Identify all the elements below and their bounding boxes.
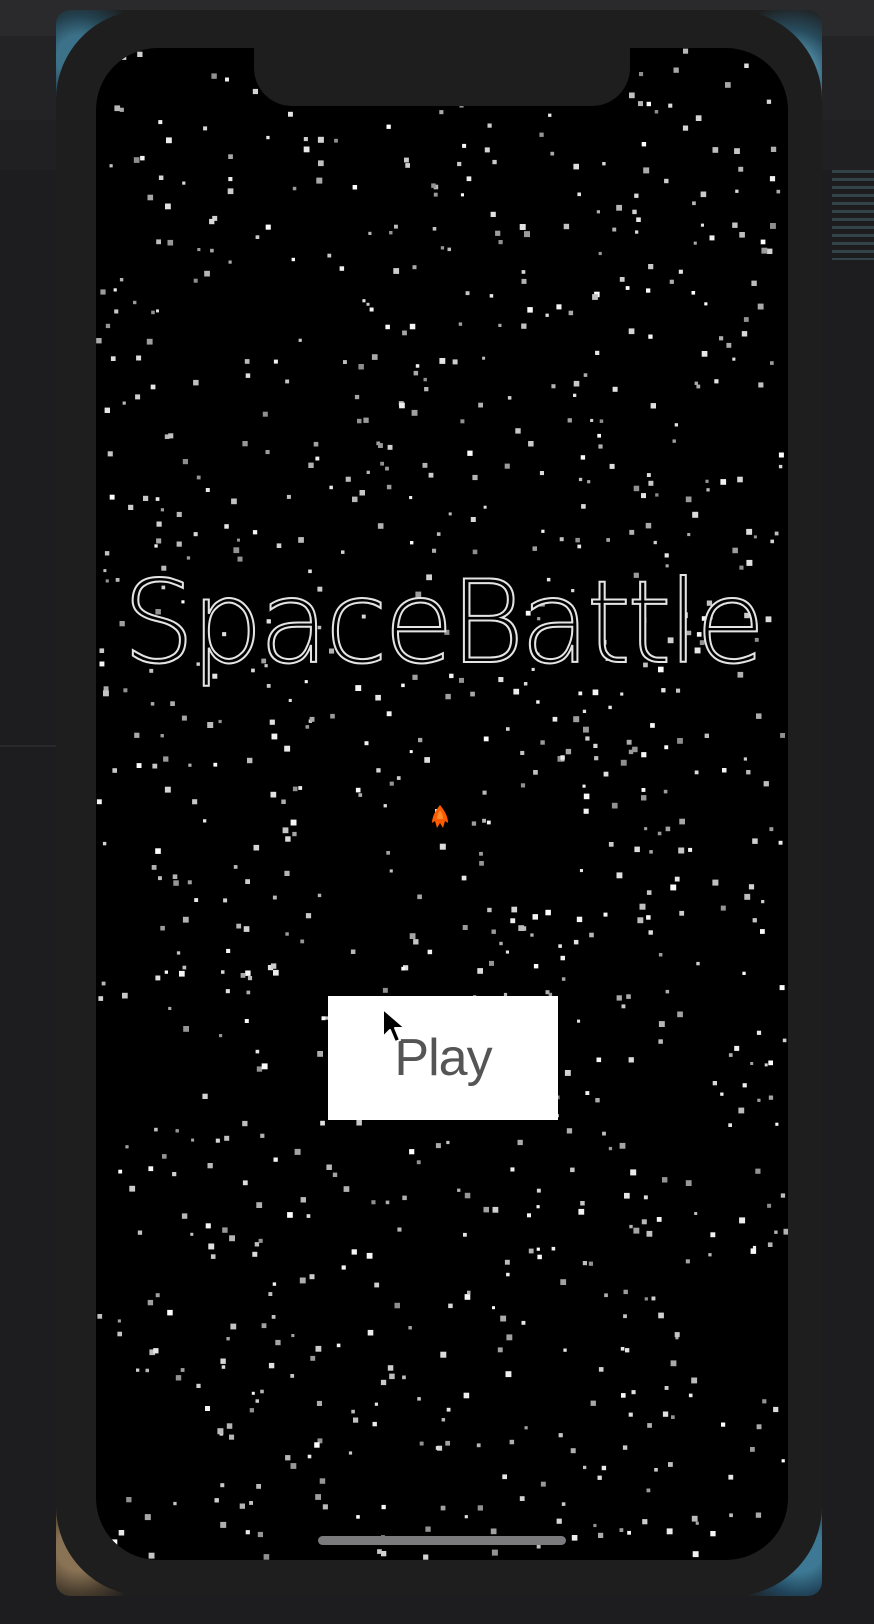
phone-frame: SpaceBattle Play: [56, 10, 822, 1596]
player-ship-icon: [432, 805, 448, 828]
home-indicator[interactable]: [318, 1536, 566, 1545]
play-button[interactable]: Play: [328, 996, 558, 1120]
mouse-pointer-icon: [382, 1008, 406, 1043]
game-title: SpaceBattle: [121, 555, 766, 690]
desktop-divider: [0, 745, 60, 747]
phone-notch: [254, 48, 630, 106]
game-screen[interactable]: SpaceBattle Play: [96, 48, 788, 1560]
background-code-snippet: [832, 170, 874, 260]
simulator-window: SpaceBattle Play: [56, 10, 822, 1596]
